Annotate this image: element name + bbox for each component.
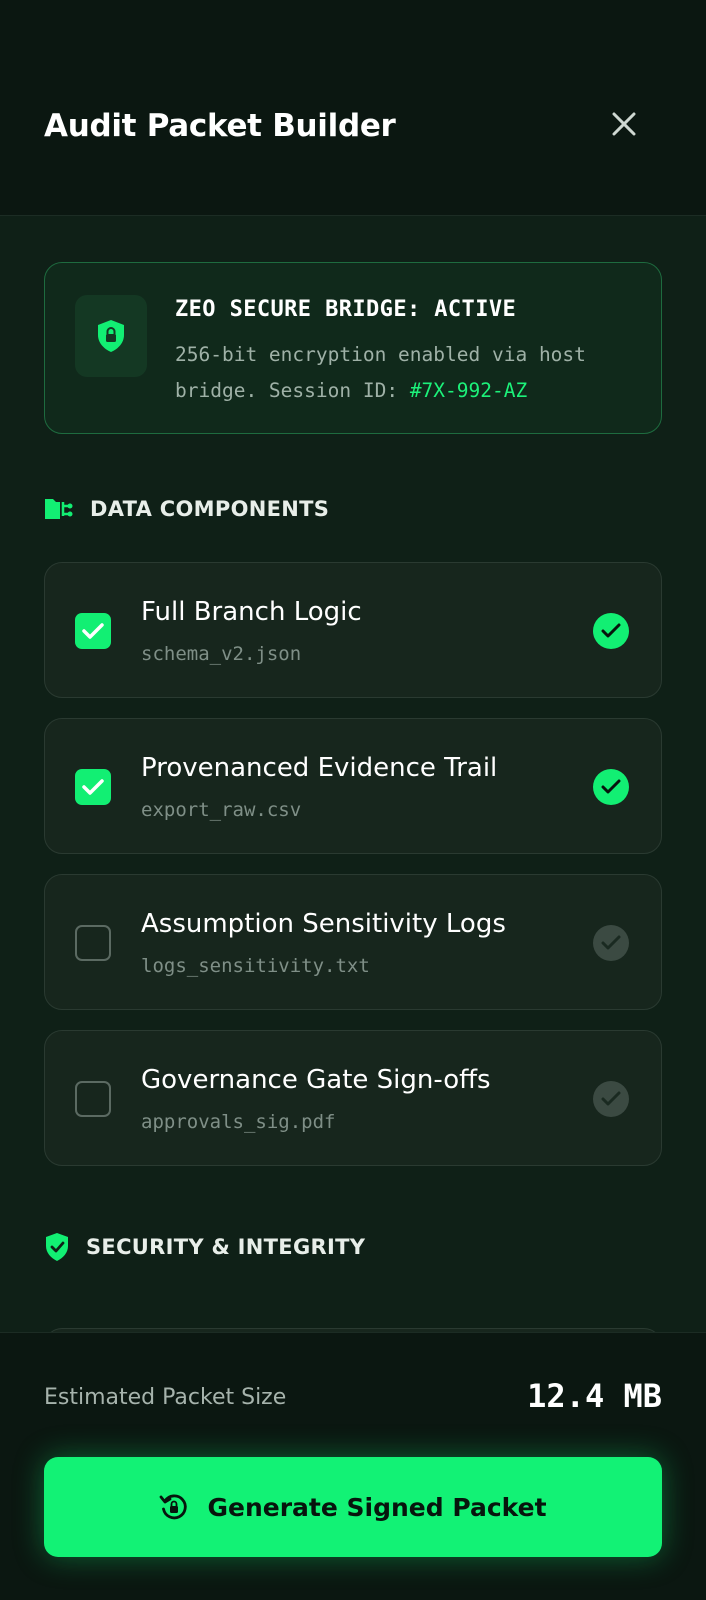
history-lock-icon [160, 1494, 188, 1520]
shield-lock-icon [98, 320, 124, 352]
component-item-governance-signoffs[interactable]: Governance Gate Sign-offs approvals_sig.… [44, 1030, 662, 1166]
modal-footer: Estimated Packet Size 12.4 MB Generate S… [0, 1332, 706, 1600]
close-button[interactable] [600, 100, 648, 148]
component-item-sensitivity-logs[interactable]: Assumption Sensitivity Logs logs_sensiti… [44, 874, 662, 1010]
close-icon[interactable] [610, 110, 638, 138]
section-data-components: DATA COMPONENTS [44, 494, 329, 524]
component-item-full-branch-logic[interactable]: Full Branch Logic schema_v2.json [44, 562, 662, 698]
component-item-evidence-trail[interactable]: Provenanced Evidence Trail export_raw.cs… [44, 718, 662, 854]
generate-button-label: Generate Signed Packet [207, 1492, 547, 1522]
status-check-icon [593, 769, 629, 805]
page-title: Audit Packet Builder [44, 108, 396, 144]
section-security-integrity: SECURITY & INTEGRITY [44, 1232, 365, 1262]
modal-content[interactable]: ZEO SECURE BRIDGE: ACTIVE 256-bit encryp… [0, 216, 706, 1332]
modal-header: Audit Packet Builder [0, 0, 706, 216]
component-file: approvals_sig.pdf [141, 1111, 336, 1133]
section-label: SECURITY & INTEGRITY [86, 1235, 366, 1259]
component-title: Assumption Sensitivity Logs [141, 909, 506, 939]
checkbox-unchecked[interactable] [75, 925, 111, 961]
section-label: DATA COMPONENTS [90, 497, 330, 521]
bridge-title: ZEO SECURE BRIDGE: ACTIVE [175, 297, 517, 322]
status-check-icon [593, 1081, 629, 1117]
estimate-value: 12.4 MB [527, 1377, 662, 1415]
component-file: logs_sensitivity.txt [141, 955, 370, 977]
check-icon [82, 623, 104, 639]
check-icon [82, 779, 104, 795]
estimate-label: Estimated Packet Size [44, 1385, 287, 1410]
component-title: Full Branch Logic [141, 597, 362, 627]
checkbox-unchecked[interactable] [75, 1081, 111, 1117]
component-file: schema_v2.json [141, 643, 302, 665]
bridge-description: 256-bit encryption enabled via host brid… [175, 337, 645, 409]
folder-tree-icon [45, 499, 73, 519]
status-check-icon [593, 925, 629, 961]
session-id: #7X-992-AZ [409, 379, 528, 402]
shield-check-icon [46, 1233, 68, 1261]
secure-bridge-banner: ZEO SECURE BRIDGE: ACTIVE 256-bit encryp… [44, 262, 662, 434]
bridge-icon-box [75, 295, 147, 377]
status-check-icon [593, 613, 629, 649]
generate-signed-packet-button[interactable]: Generate Signed Packet [44, 1457, 662, 1557]
component-file: export_raw.csv [141, 799, 302, 821]
checkbox-checked[interactable] [75, 613, 111, 649]
checkbox-checked[interactable] [75, 769, 111, 805]
component-title: Governance Gate Sign-offs [141, 1065, 491, 1095]
component-title: Provenanced Evidence Trail [141, 753, 498, 783]
